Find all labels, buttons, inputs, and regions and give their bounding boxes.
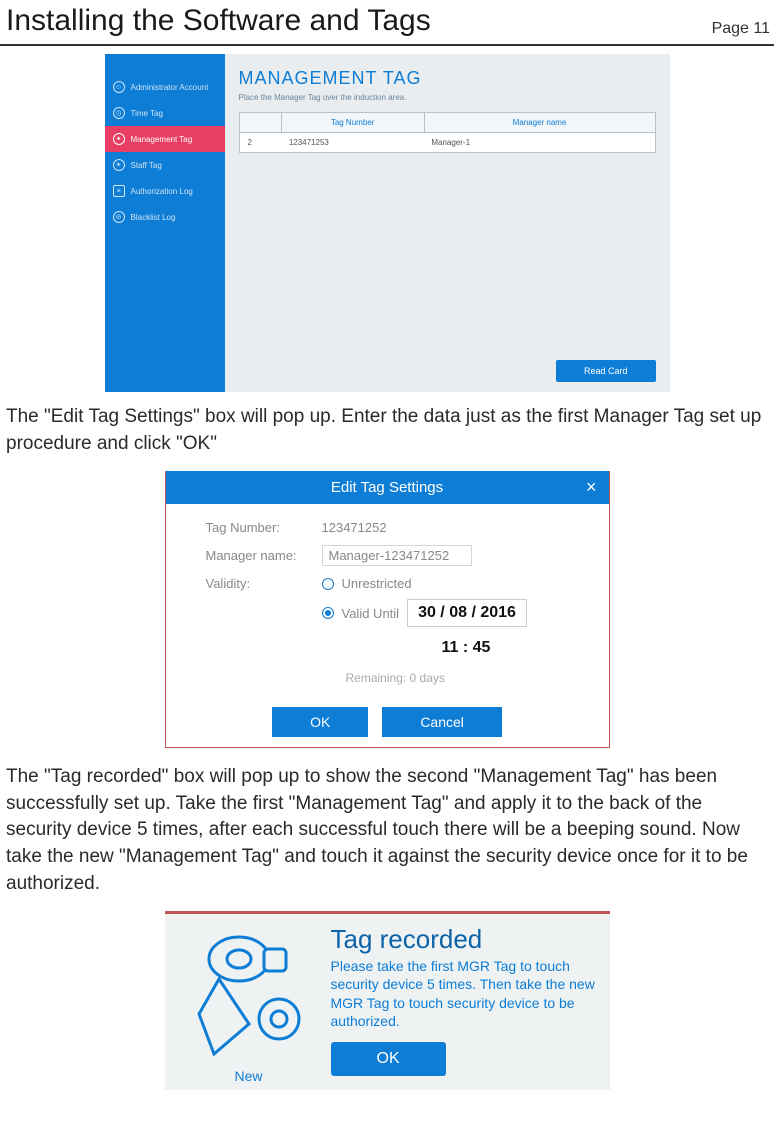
table-header-row: Tag Number Manager name (240, 113, 655, 133)
date-field[interactable]: 30 / 08 / 2016 (407, 599, 527, 627)
input-manager-name[interactable]: Manager-123471252 (322, 545, 472, 566)
page-title: Installing the Software and Tags (6, 4, 431, 38)
read-card-button[interactable]: Read Card (556, 360, 656, 382)
ok-button[interactable]: OK (331, 1042, 446, 1076)
label-unrestricted: Unrestricted (342, 576, 412, 591)
log-icon: ≡ (113, 185, 125, 197)
remaining-label: Remaining: 0 days (346, 671, 589, 685)
sidebar-item-staff-tag[interactable]: ✶ Staff Tag (105, 152, 225, 178)
new-label: New (234, 1068, 262, 1084)
sidebar-item-label: Time Tag (131, 109, 163, 118)
management-tag-screenshot: ☺ Administrator Account ◷ Time Tag ✦ Man… (105, 54, 670, 392)
sidebar-item-time-tag[interactable]: ◷ Time Tag (105, 100, 225, 126)
close-icon[interactable]: × (586, 477, 597, 498)
sidebar-item-label: Staff Tag (131, 161, 162, 170)
sidebar-item-label: Management Tag (131, 135, 193, 144)
col-manager-name: Manager name (425, 113, 655, 132)
sidebar-item-label: Authorization Log (131, 187, 193, 196)
tag-icon: ✦ (113, 133, 125, 145)
label-manager-name: Manager name: (206, 548, 316, 563)
sidebar-item-label: Administrator Account (131, 83, 209, 92)
value-tag-number: 123471252 (322, 520, 387, 535)
tag-recorded-message: Please take the first MGR Tag to touch s… (331, 957, 596, 1030)
sidebar-item-label: Blacklist Log (131, 213, 176, 222)
edit-tag-dialog: Edit Tag Settings × Tag Number: 12347125… (165, 471, 610, 748)
user-icon: ☺ (113, 81, 125, 93)
sidebar: ☺ Administrator Account ◷ Time Tag ✦ Man… (105, 54, 225, 392)
management-main-panel: MANAGEMENT TAG Place the Manager Tag ove… (225, 54, 670, 392)
cancel-button[interactable]: Cancel (382, 707, 502, 737)
tag-recorded-title: Tag recorded (331, 924, 596, 955)
device-illustration: New (179, 924, 319, 1084)
radio-unrestricted[interactable] (322, 578, 334, 590)
ban-icon: ⊘ (113, 211, 125, 223)
staff-icon: ✶ (113, 159, 125, 171)
sidebar-item-management-tag[interactable]: ✦ Management Tag (105, 126, 225, 152)
dialog-title: Edit Tag Settings (331, 479, 443, 496)
sidebar-item-blacklist-log[interactable]: ⊘ Blacklist Log (105, 204, 225, 230)
radio-valid-until[interactable] (322, 607, 334, 619)
label-tag-number: Tag Number: (206, 520, 316, 535)
body-paragraph-1: The "Edit Tag Settings" box will pop up.… (6, 404, 768, 457)
page-number: Page 11 (712, 20, 770, 38)
dialog-header: Edit Tag Settings × (166, 471, 609, 504)
management-title: MANAGEMENT TAG (239, 68, 656, 89)
body-paragraph-2: The "Tag recorded" box will pop up to sh… (6, 764, 768, 897)
label-validity: Validity: (206, 576, 316, 591)
col-index (240, 113, 282, 132)
col-tag-number: Tag Number (282, 113, 425, 132)
time-field[interactable]: 11 : 45 (432, 635, 527, 661)
management-table: Tag Number Manager name 2 123471253 Mana… (239, 112, 656, 153)
cell-manager-name: Manager-1 (423, 133, 654, 152)
management-subtitle: Place the Manager Tag over the induction… (239, 93, 656, 102)
sidebar-item-auth-log[interactable]: ≡ Authorization Log (105, 178, 225, 204)
clock-icon: ◷ (113, 107, 125, 119)
table-row[interactable]: 2 123471253 Manager-1 (240, 133, 655, 152)
tag-recorded-dialog: New Tag recorded Please take the first M… (165, 911, 610, 1090)
label-valid-until: Valid Until (342, 606, 400, 621)
ok-button[interactable]: OK (272, 707, 368, 737)
sidebar-item-admin[interactable]: ☺ Administrator Account (105, 74, 225, 100)
cell-tag-number: 123471253 (281, 133, 424, 152)
cell-index: 2 (240, 133, 281, 152)
